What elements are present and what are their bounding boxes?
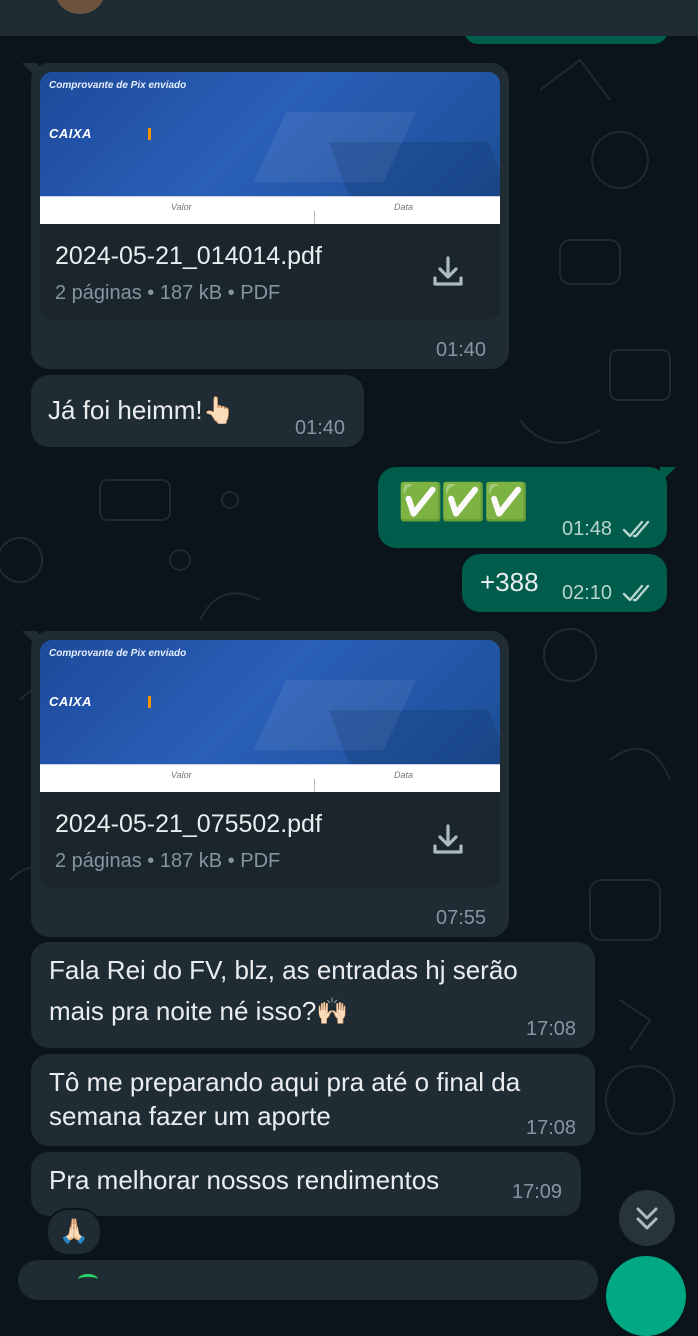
message-text-line-2: semana fazer um aporte [49, 1101, 331, 1131]
document-meta: 2 páginas • 187 kB • PDF [55, 282, 281, 304]
message-time: 17:08 [526, 1117, 577, 1139]
document-meta: 2 páginas • 187 kB • PDF [55, 850, 281, 872]
logo-mark [148, 696, 151, 708]
document-preview[interactable]: Comprovante de Pix enviado CAIXA Valor D… [40, 72, 500, 224]
document-filename: 2024-05-21_075502.pdf [55, 810, 322, 838]
message-text-line-1: Tô me preparando aqui pra até o final da [49, 1067, 521, 1097]
bubble-tail [22, 631, 38, 647]
message-time: 02:10 [562, 582, 613, 604]
preview-title: Comprovante de Pix enviado [49, 80, 187, 91]
message-time: 01:48 [562, 518, 613, 540]
message-text-line-1: Fala Rei do FV, blz, as entradas hj serã… [49, 955, 518, 985]
message-text: +388 [480, 567, 539, 597]
message-text: Já foi heimm!👆🏻 [48, 395, 235, 425]
document-filename: 2024-05-21_014014.pdf [55, 242, 322, 270]
logo-mark [148, 128, 151, 140]
outgoing-message[interactable]: ✅✅✅ 01:48 [378, 467, 676, 548]
document-info: 2024-05-21_075502.pdf 2 páginas • 187 kB… [40, 792, 500, 888]
preview-col-value: Valor [171, 202, 192, 212]
message-input[interactable] [18, 1260, 598, 1300]
bubble-tail [660, 467, 676, 483]
download-icon[interactable] [428, 820, 468, 860]
bank-logo: CAIXA [49, 694, 92, 709]
message-time: 01:40 [436, 339, 487, 361]
preview-panel: Valor Data [40, 764, 500, 792]
document-info: 2024-05-21_014014.pdf 2 páginas • 187 kB… [40, 224, 500, 320]
incoming-message[interactable]: Fala Rei do FV, blz, as entradas hj serã… [31, 942, 595, 1048]
message-text: ✅✅✅ [398, 481, 528, 522]
message-time: 07:55 [436, 907, 487, 929]
preview-col-date: Data [394, 202, 414, 212]
bubble-tail [22, 63, 38, 79]
mic-button[interactable] [606, 1256, 686, 1336]
preview-panel: Valor Data [40, 196, 500, 224]
bank-logo: CAIXA [49, 126, 92, 141]
message-reaction[interactable]: 🙏🏻 [46, 1208, 102, 1256]
message-time: 17:09 [512, 1181, 563, 1203]
download-icon[interactable] [428, 252, 468, 292]
incoming-message[interactable]: Já foi heimm!👆🏻 01:40 [31, 375, 364, 447]
incoming-message[interactable]: Tô me preparando aqui pra até o final da… [31, 1054, 595, 1146]
preview-col-value: Valor [171, 770, 192, 780]
document-message[interactable]: Comprovante de Pix enviado CAIXA Valor D… [22, 63, 509, 369]
preview-title: Comprovante de Pix enviado [49, 648, 187, 659]
message-time: 17:08 [526, 1018, 577, 1040]
read-ticks-icon [622, 584, 650, 602]
preview-col-date: Data [394, 770, 414, 780]
message-text: Pra melhorar nossos rendimentos [49, 1165, 440, 1195]
double-chevron-down-icon [636, 1207, 658, 1230]
scroll-to-bottom-button[interactable] [619, 1190, 675, 1246]
reaction-emoji: 🙏🏻 [59, 1218, 89, 1245]
contact-avatar[interactable] [56, 0, 104, 14]
chat-header [0, 0, 698, 36]
message-text-line-2: mais pra noite né isso?🙌🏻 [49, 996, 349, 1026]
outgoing-message[interactable]: +388 02:10 [462, 554, 667, 612]
document-message[interactable]: Comprovante de Pix enviado CAIXA Valor D… [22, 631, 509, 937]
incoming-message[interactable]: Pra melhorar nossos rendimentos 17:09 [31, 1152, 581, 1216]
read-ticks-icon [622, 520, 650, 538]
document-preview[interactable]: Comprovante de Pix enviado CAIXA Valor D… [40, 640, 500, 792]
message-time: 01:40 [295, 417, 346, 439]
